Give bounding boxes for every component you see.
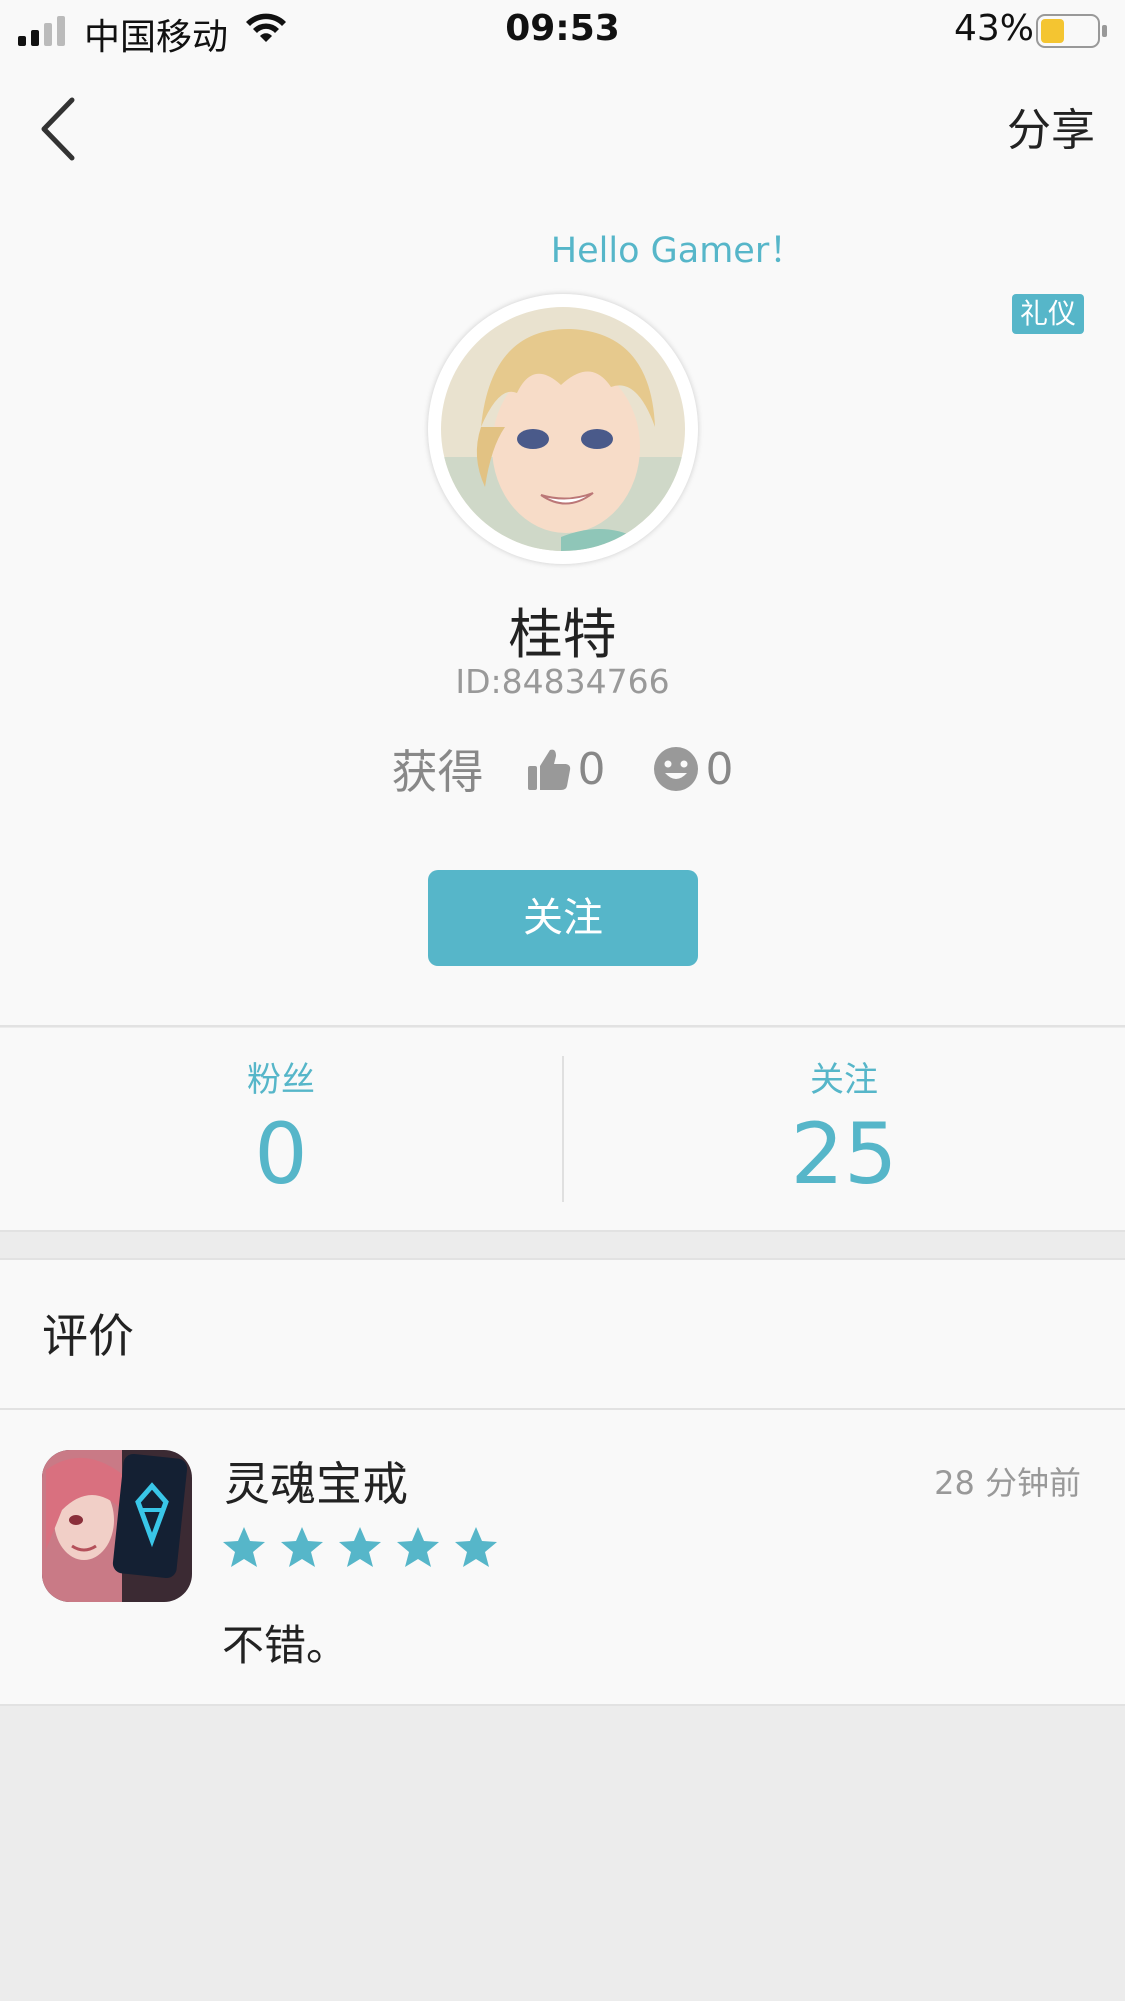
following-label: 关注 <box>810 1060 878 1100</box>
greeting-text: Hello Gamer！ <box>550 231 805 271</box>
battery-percent: 43% <box>954 8 1035 49</box>
avatar[interactable] <box>441 307 685 551</box>
divider <box>0 1408 1125 1410</box>
smiles-count: 0 <box>705 743 734 795</box>
game-icon[interactable] <box>42 1450 192 1602</box>
nickname: 桂特 <box>508 603 617 666</box>
earned-label: 获得 <box>391 745 484 799</box>
back-button[interactable] <box>36 96 86 162</box>
likes-count: 0 <box>577 743 606 795</box>
thumbs-up-icon <box>527 749 570 790</box>
smiley-icon <box>653 747 698 791</box>
following-value: 25 <box>790 1105 898 1203</box>
star-icon <box>339 1527 381 1567</box>
rating-stars <box>222 1526 498 1568</box>
fans-value: 0 <box>254 1105 308 1203</box>
follow-button[interactable]: 关注 <box>428 870 698 966</box>
share-button[interactable]: 分享 <box>1007 94 1095 158</box>
fans-label: 粉丝 <box>247 1060 315 1100</box>
etiquette-badge[interactable]: 礼仪 <box>1012 294 1084 334</box>
review-text: 不错。 <box>222 1621 349 1670</box>
likes-stat: 0 <box>526 744 606 795</box>
user-id: ID:84834766 <box>455 662 670 701</box>
review-game-name[interactable]: 灵魂宝戒 <box>224 1448 408 1514</box>
reviews-title: 评价 <box>42 1309 134 1363</box>
star-icon <box>455 1527 497 1567</box>
following-count-block[interactable]: 关注 25 <box>563 1052 1125 1203</box>
chevron-left-icon <box>41 97 75 161</box>
smiles-stat: 0 <box>652 744 734 795</box>
review-time: 28 分钟前 <box>934 1464 1081 1502</box>
battery-icon <box>1036 14 1108 52</box>
earned-stats: 获得 0 0 <box>0 734 1125 804</box>
fans-count-block[interactable]: 粉丝 0 <box>0 1052 562 1203</box>
star-icon <box>281 1527 323 1567</box>
star-icon <box>397 1527 439 1567</box>
star-icon <box>223 1527 265 1567</box>
